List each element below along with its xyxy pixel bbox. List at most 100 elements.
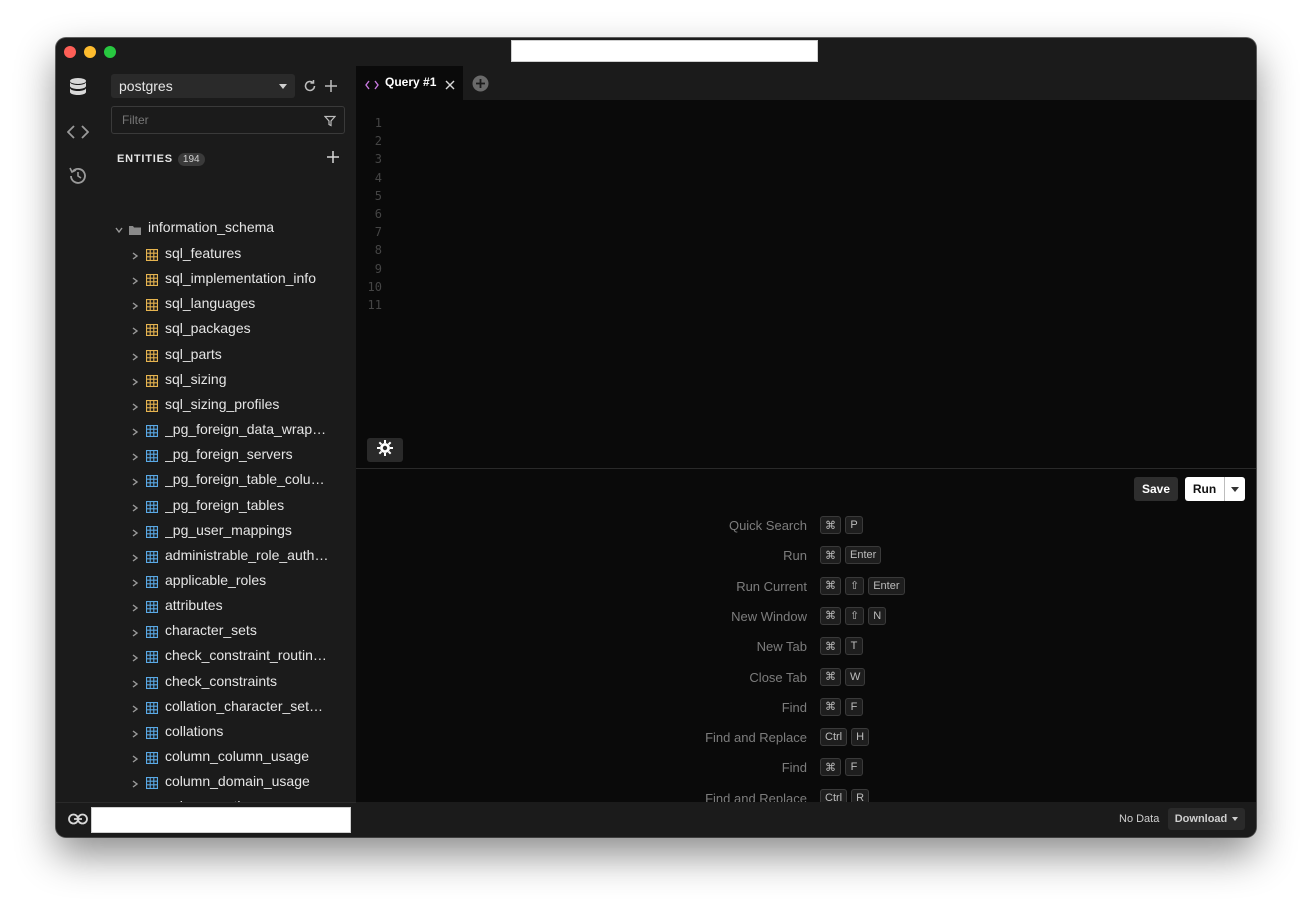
table-row[interactable]: _pg_foreign_data_wrappers xyxy=(100,420,340,440)
chevron-right-icon[interactable] xyxy=(130,525,140,543)
table-row[interactable]: sql_implementation_info xyxy=(100,269,340,289)
run-options-chevron-down-icon[interactable] xyxy=(1225,477,1245,501)
table-row[interactable]: _pg_user_mappings xyxy=(100,521,340,541)
zoom-window-button[interactable] xyxy=(104,46,116,58)
shortcut-label: Find and Replace xyxy=(705,730,807,746)
chevron-right-icon[interactable] xyxy=(130,323,140,341)
table-icon xyxy=(145,374,159,392)
status-bar: No Data Download xyxy=(356,802,1256,837)
table-row[interactable]: column_domain_usage xyxy=(100,772,340,792)
table-name: collations xyxy=(165,722,224,739)
table-name: collation_character_set_applicability xyxy=(165,697,330,714)
chevron-down-icon xyxy=(279,84,287,89)
line-number: 11 xyxy=(367,297,382,312)
link-icon[interactable] xyxy=(68,812,88,831)
table-row[interactable]: _pg_foreign_servers xyxy=(100,445,340,465)
minimize-window-button[interactable] xyxy=(84,46,96,58)
table-row[interactable]: sql_packages xyxy=(100,319,340,339)
table-row[interactable]: sql_sizing xyxy=(100,370,340,390)
add-connection-icon[interactable] xyxy=(321,76,341,96)
chevron-right-icon[interactable] xyxy=(130,676,140,694)
filter-input[interactable] xyxy=(112,107,312,133)
table-row[interactable]: collations xyxy=(100,722,340,742)
table-row[interactable]: collation_character_set_applicability xyxy=(100,697,340,717)
chevron-right-icon[interactable] xyxy=(130,776,140,794)
refresh-icon[interactable] xyxy=(300,76,320,96)
table-icon xyxy=(145,399,159,417)
shortcut-row: Find and Replace Ctrl H xyxy=(356,728,1256,748)
code-icon[interactable] xyxy=(64,118,92,146)
chevron-right-icon[interactable] xyxy=(130,550,140,568)
table-icon xyxy=(145,474,159,492)
shortcut-label: Close Tab xyxy=(749,669,807,685)
filter-icon[interactable] xyxy=(323,114,337,132)
table-row[interactable]: character_sets xyxy=(100,621,340,641)
chevron-right-icon[interactable] xyxy=(130,751,140,769)
tab-query-1[interactable]: Query #1 xyxy=(356,66,463,100)
chevron-right-icon[interactable] xyxy=(130,575,140,593)
line-number: 2 xyxy=(374,134,382,149)
shortcut-keys: ⌘ W xyxy=(820,667,866,686)
table-name: column_column_usage xyxy=(165,748,309,764)
close-icon[interactable] xyxy=(445,77,455,95)
settings-button[interactable] xyxy=(367,438,403,462)
history-icon[interactable] xyxy=(64,162,92,190)
entities-title: ENTITIES xyxy=(117,153,173,165)
chevron-right-icon[interactable] xyxy=(130,273,140,291)
add-entity-icon[interactable] xyxy=(325,149,341,165)
chevron-right-icon[interactable] xyxy=(130,600,140,618)
chevron-right-icon[interactable] xyxy=(130,449,140,467)
download-button[interactable]: Download xyxy=(1168,808,1245,830)
key-cap: Enter xyxy=(868,576,905,595)
gear-icon xyxy=(377,439,393,461)
tab-label: Query #1 xyxy=(385,75,437,89)
table-row[interactable]: column_column_usage xyxy=(100,747,340,767)
table-name: check_constraints xyxy=(165,672,278,689)
chevron-right-icon[interactable] xyxy=(130,248,140,266)
chevron-right-icon[interactable] xyxy=(130,474,140,492)
shortcut-keys: ⌘ F xyxy=(820,697,863,716)
table-row[interactable]: sql_sizing_profiles xyxy=(100,395,340,415)
chevron-right-icon[interactable] xyxy=(130,374,140,392)
chevron-right-icon[interactable] xyxy=(130,500,140,518)
table-row[interactable]: sql_parts xyxy=(100,345,340,365)
chevron-right-icon[interactable] xyxy=(130,726,140,744)
chevron-right-icon[interactable] xyxy=(130,298,140,316)
table-row[interactable]: attributes xyxy=(100,596,340,616)
table-icon xyxy=(145,726,159,744)
chevron-right-icon[interactable] xyxy=(130,424,140,442)
shortcut-row: Close Tab ⌘ W xyxy=(356,667,1256,688)
chevron-right-icon[interactable] xyxy=(130,701,140,719)
line-number: 4 xyxy=(374,170,382,185)
add-tab-icon[interactable] xyxy=(472,75,489,97)
sidebar-footer xyxy=(56,802,356,837)
table-icon xyxy=(145,449,159,467)
table-row[interactable]: check_constraint_routine_usage xyxy=(100,646,340,666)
chevron-right-icon[interactable] xyxy=(130,349,140,367)
table-row[interactable]: administrable_role_authorizations xyxy=(100,546,340,566)
close-window-button[interactable] xyxy=(64,46,76,58)
query-editor[interactable]: 1 2 3 4 5 6 7 8 9 10 11 xyxy=(356,100,1256,433)
line-number-gutter: 1 2 3 4 5 6 7 8 9 10 11 xyxy=(356,114,382,314)
save-button[interactable]: Save xyxy=(1134,477,1178,501)
table-row[interactable]: check_constraints xyxy=(100,672,340,692)
table-row[interactable]: sql_languages xyxy=(100,294,340,314)
chevron-right-icon[interactable] xyxy=(130,399,140,417)
chevron-down-icon[interactable] xyxy=(114,222,124,240)
database-icon[interactable] xyxy=(64,74,92,102)
table-icon xyxy=(145,676,159,694)
table-icon xyxy=(145,625,159,643)
table-row[interactable]: _pg_foreign_table_columns xyxy=(100,470,340,490)
schema-row[interactable]: information_schema xyxy=(100,218,344,238)
chevron-right-icon[interactable] xyxy=(130,625,140,643)
code-icon xyxy=(365,77,379,95)
connection-select[interactable]: postgres xyxy=(111,74,295,98)
table-icon xyxy=(145,323,159,341)
table-row[interactable]: sql_features xyxy=(100,244,340,264)
table-row[interactable]: _pg_foreign_tables xyxy=(100,496,340,516)
run-button[interactable]: Run xyxy=(1185,477,1224,501)
table-row[interactable]: applicable_roles xyxy=(100,571,340,591)
key-cap: H xyxy=(851,728,870,747)
shortcut-row: Run Current ⌘ ⇧ Enter xyxy=(356,576,1256,597)
chevron-right-icon[interactable] xyxy=(130,650,140,668)
